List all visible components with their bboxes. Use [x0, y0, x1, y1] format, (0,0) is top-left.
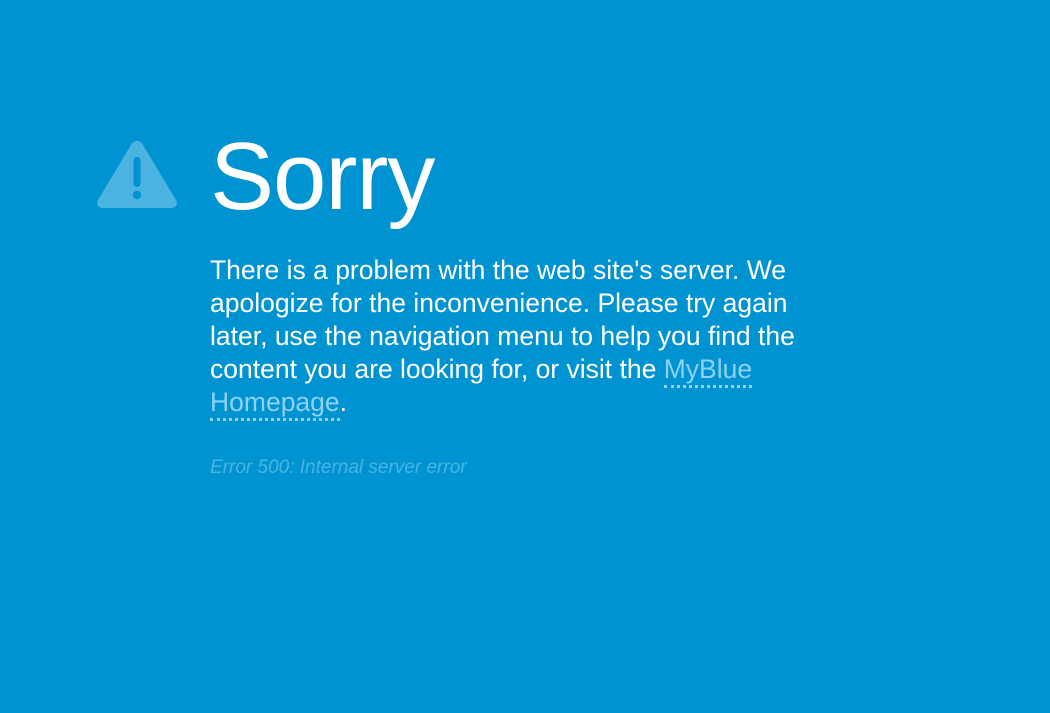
- warning-icon: [95, 137, 179, 209]
- error-content: Sorry There is a problem with the web si…: [210, 122, 850, 479]
- error-message: There is a problem with the web site's s…: [210, 254, 850, 421]
- error-code: Error 500: Internal server error: [210, 457, 467, 478]
- page-title: Sorry: [210, 123, 435, 230]
- message-end: .: [339, 387, 348, 417]
